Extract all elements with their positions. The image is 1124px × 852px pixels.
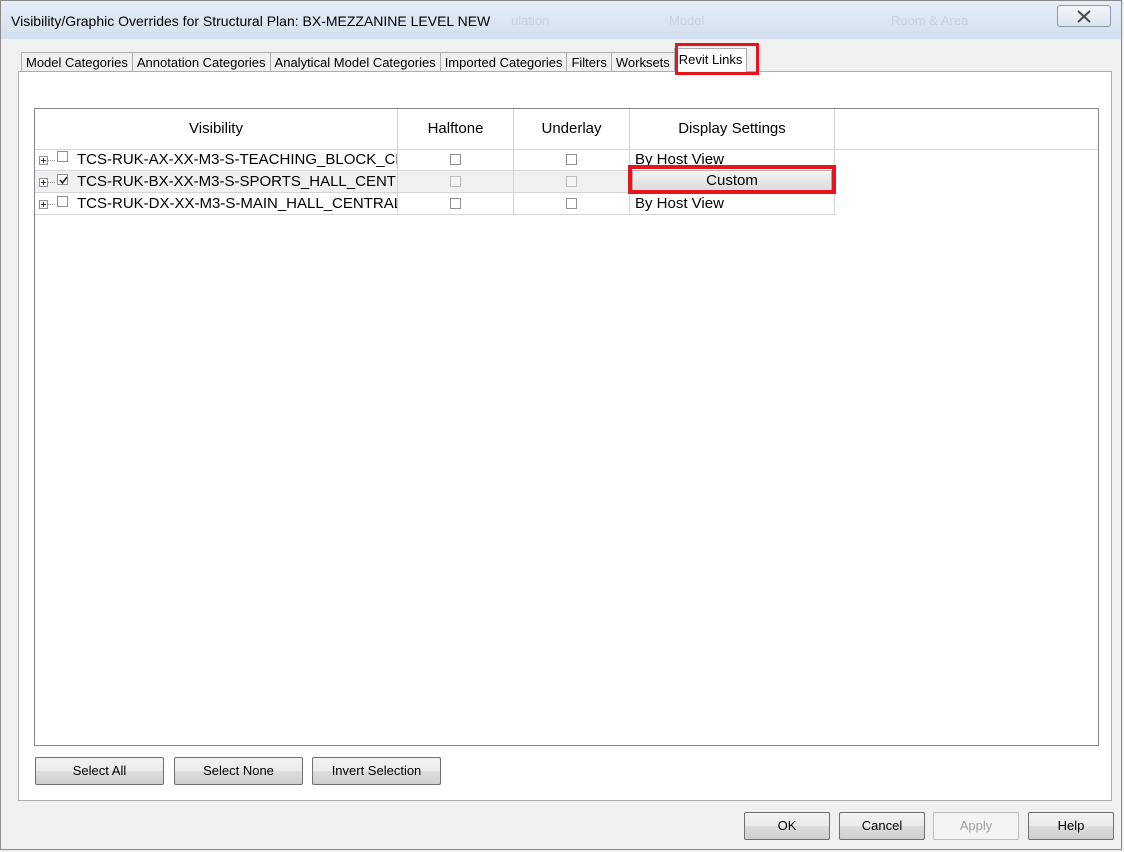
cancel-button[interactable]: Cancel bbox=[839, 812, 925, 840]
table-row[interactable]: TCS-RUK-AX-XX-M3-S-TEACHING_BLOCK_CE... … bbox=[35, 149, 835, 171]
background-ribbon-text: Model bbox=[669, 13, 705, 28]
tab-analytical-model-categories[interactable]: Analytical Model Categories bbox=[269, 52, 440, 72]
close-icon bbox=[1077, 10, 1091, 23]
link-name: TCS-RUK-DX-XX-M3-S-MAIN_HALL_CENTRAL... bbox=[77, 195, 398, 212]
halftone-checkbox[interactable] bbox=[450, 176, 461, 187]
select-all-button[interactable]: Select All bbox=[35, 757, 164, 785]
underlay-checkbox[interactable] bbox=[566, 198, 577, 209]
visibility-checkbox[interactable] bbox=[57, 151, 68, 162]
select-none-button[interactable]: Select None bbox=[174, 757, 303, 785]
underlay-checkbox[interactable] bbox=[566, 176, 577, 187]
visibility-cell: TCS-RUK-DX-XX-M3-S-MAIN_HALL_CENTRAL... bbox=[35, 193, 398, 215]
link-name: TCS-RUK-AX-XX-M3-S-TEACHING_BLOCK_CE... bbox=[77, 151, 398, 168]
halftone-checkbox[interactable] bbox=[450, 198, 461, 209]
tab-model-categories[interactable]: Model Categories bbox=[21, 52, 132, 72]
apply-button[interactable]: Apply bbox=[933, 812, 1019, 840]
underlay-cell bbox=[514, 171, 630, 193]
visibility-graphics-dialog: Visibility/Graphic Overrides for Structu… bbox=[0, 0, 1122, 850]
tab-revit-links[interactable]: Revit Links bbox=[673, 48, 748, 72]
tab-strip: Model Categories Annotation Categories A… bbox=[21, 48, 748, 72]
invert-selection-button[interactable]: Invert Selection bbox=[312, 757, 441, 785]
expand-icon[interactable] bbox=[39, 156, 48, 165]
column-header-halftone[interactable]: Halftone bbox=[398, 109, 514, 149]
display-settings-value[interactable]: By Host View bbox=[630, 149, 835, 171]
halftone-cell bbox=[398, 171, 514, 193]
tab-annotation-categories[interactable]: Annotation Categories bbox=[131, 52, 270, 72]
tab-imported-categories[interactable]: Imported Categories bbox=[439, 52, 567, 72]
tab-worksets[interactable]: Worksets bbox=[610, 52, 674, 72]
help-button[interactable]: Help bbox=[1028, 812, 1114, 840]
underlay-cell bbox=[514, 149, 630, 171]
link-name: TCS-RUK-BX-XX-M3-S-SPORTS_HALL_CENTR... bbox=[77, 173, 398, 190]
tab-filters[interactable]: Filters bbox=[566, 52, 611, 72]
column-header-visibility[interactable]: Visibility bbox=[35, 109, 398, 149]
visibility-cell: TCS-RUK-BX-XX-M3-S-SPORTS_HALL_CENTR... bbox=[35, 171, 398, 193]
dialog-title: Visibility/Graphic Overrides for Structu… bbox=[11, 13, 491, 29]
ok-button[interactable]: OK bbox=[744, 812, 830, 840]
close-button[interactable] bbox=[1057, 5, 1111, 27]
display-settings-custom-button[interactable]: Custom bbox=[632, 170, 832, 191]
title-bar: Visibility/Graphic Overrides for Structu… bbox=[1, 1, 1121, 39]
background-ribbon-text: ulation bbox=[511, 13, 550, 28]
visibility-cell: TCS-RUK-AX-XX-M3-S-TEACHING_BLOCK_CE... bbox=[35, 149, 398, 171]
grid-header: Visibility Halftone Underlay Display Set… bbox=[35, 109, 1098, 150]
table-row[interactable]: TCS-RUK-DX-XX-M3-S-MAIN_HALL_CENTRAL... … bbox=[35, 193, 835, 215]
underlay-cell bbox=[514, 193, 630, 215]
halftone-cell bbox=[398, 193, 514, 215]
column-header-display-settings[interactable]: Display Settings bbox=[630, 109, 835, 149]
background-ribbon-text: Room & Area bbox=[891, 13, 969, 28]
expand-icon[interactable] bbox=[39, 178, 48, 187]
visibility-checkbox[interactable] bbox=[57, 196, 68, 207]
checkmark-icon bbox=[59, 176, 68, 185]
column-header-underlay[interactable]: Underlay bbox=[514, 109, 630, 149]
underlay-checkbox[interactable] bbox=[566, 154, 577, 165]
halftone-checkbox[interactable] bbox=[450, 154, 461, 165]
expand-icon[interactable] bbox=[39, 200, 48, 209]
halftone-cell bbox=[398, 149, 514, 171]
display-settings-value[interactable]: By Host View bbox=[630, 193, 835, 215]
visibility-checkbox[interactable] bbox=[57, 174, 68, 185]
